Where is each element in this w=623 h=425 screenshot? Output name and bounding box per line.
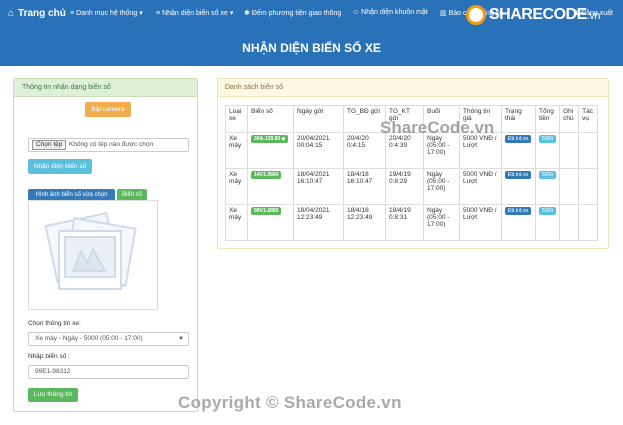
cell-total: 5000 [534, 132, 561, 169]
list-icon: ≡ [156, 9, 161, 17]
list-icon: ≡ [70, 9, 75, 17]
cell-total: 5000 [534, 168, 561, 205]
logout-label: Đăng xuất [581, 9, 613, 17]
column-header: Trạng thái [501, 105, 536, 133]
camera-button[interactable]: Bật camera [85, 102, 131, 117]
copyright-watermark: Copyright © ShareCode.vn [178, 393, 402, 412]
nav-item-label: Danh mục hệ thống [76, 9, 138, 17]
plate-badge: 30A-128.83 ◆ [251, 135, 289, 143]
plate-info-panel: Thông tin nhận dạng biển số Bật camera C… [13, 78, 198, 412]
total-badge: 5000 [539, 135, 557, 143]
cell-start: 18/4/18 12:23:49 [343, 204, 386, 241]
nav-brand-label: Trang chủ [18, 8, 66, 19]
chevron-down-icon: ▼ [178, 336, 184, 342]
logo-circle-icon [466, 5, 486, 25]
plate-list-panel: Danh sách biển số Loại xe Biển số Ngày g… [217, 78, 609, 249]
cell-note [559, 204, 580, 241]
cell-actions [578, 132, 599, 169]
cell-date: 20/04/2021 00:04:15 [293, 132, 344, 169]
panel-title: Danh sách biển số [218, 79, 608, 97]
plate-badge: 99V1-2880 [251, 207, 282, 215]
plate-number-input[interactable]: 99E1-98312 [28, 365, 189, 379]
select-value: Xe máy - Ngày - 5000 (05:00 - 17:00) [35, 335, 143, 342]
image-placeholder [28, 200, 158, 310]
cell-end: 19/4/19 0:8:31 [385, 204, 424, 241]
cell-session: Ngày (05:00 - 17:00) [423, 168, 460, 205]
status-badge: Đã trả xe [505, 135, 532, 143]
cell-actions [578, 204, 599, 241]
user-icon: ♟ [572, 10, 580, 17]
cell-type: Xe máy [225, 132, 248, 169]
status-badge: Đã trả xe [505, 207, 532, 215]
nav-item-label: Nhận diện biển số xe [162, 9, 228, 17]
nav-home[interactable]: ⌂ Trang chủ [8, 8, 66, 19]
cell-type: Xe máy [225, 168, 248, 205]
cell-date: 18/04/2021 16:10:47 [293, 168, 344, 205]
nav-item-vehicle-count[interactable]: ✱ Đếm phương tiện giao thông [244, 9, 342, 18]
select-label: Chọn thông tin xe: [28, 320, 81, 327]
column-header: Biển số [247, 105, 294, 133]
column-header: Tác vụ [578, 105, 599, 133]
cell-plate: 30A-128.83 ◆ [247, 132, 294, 169]
file-input[interactable]: Chọn tệp Không có tệp nào được chọn [28, 138, 189, 152]
cell-plate: 14V1-2890 [247, 168, 294, 205]
cell-start: 18/4/18 16:10:47 [343, 168, 386, 205]
cell-type: Xe máy [225, 204, 248, 241]
home-icon: ⌂ [8, 8, 15, 19]
cell-plate: 99V1-2880 [247, 204, 294, 241]
top-navbar: ⌂ Trang chủ ≡ Danh mục hệ thống ▾ ≡ Nhận… [0, 0, 623, 30]
column-header: Loại xe [225, 105, 248, 133]
page-title: NHẬN DIỆN BIỂN SỐ XE [0, 30, 623, 66]
total-badge: 5000 [539, 171, 557, 179]
detect-plate-button[interactable]: Nhận diện biển số [28, 159, 92, 174]
vehicle-info-select[interactable]: Xe máy - Ngày - 5000 (05:00 - 17:00) ▼ [28, 332, 189, 346]
center-watermark: ShareCode.vn [380, 118, 495, 137]
gear-icon: ✱ [244, 10, 250, 17]
cell-status: Đã trả xe [501, 204, 536, 241]
nav-item-face-recognition[interactable]: ☺ Nhận diện khuôn mặt [352, 9, 428, 16]
input-label: Nhập biển số : [28, 353, 70, 360]
panel-title: Thông tin nhận dạng biển số [14, 79, 197, 97]
cell-session: Ngày (05:00 - 17:00) [423, 204, 460, 241]
nav-item-label: Đếm phương tiện giao thông [251, 9, 342, 17]
cell-status: Đã trả xe [501, 168, 536, 205]
column-header: Ghi chú [559, 105, 580, 133]
plate-badge: 14V1-2890 [251, 171, 282, 179]
cell-date: 18/04/2021 12:23:49 [293, 204, 344, 241]
file-status: Không có tệp nào được chọn [69, 141, 154, 148]
cell-status: Đã trả xe [501, 132, 536, 169]
cell-note [559, 168, 580, 205]
status-badge: Đã trả xe [505, 171, 532, 179]
cell-end: 19/4/19 0:8:29 [385, 168, 424, 205]
photo-placeholder-icon [44, 212, 137, 290]
cell-price: 5000 VNĐ / Lượt [459, 168, 502, 205]
cell-price: 5000 VNĐ / Lượt [459, 204, 502, 241]
table-row: Xe máy 14V1-2890 18/04/2021 16:10:47 18/… [225, 168, 599, 205]
nav-item-plate-recognition[interactable]: ≡ Nhận diện biển số xe ▾ [156, 9, 234, 18]
save-button[interactable]: Lưu thông tin [28, 388, 78, 402]
column-header: Ngày gửi [293, 105, 344, 133]
nav-item-system-catalog[interactable]: ≡ Danh mục hệ thống ▾ [70, 9, 143, 18]
cell-note [559, 132, 580, 169]
nav-item-label: Nhận diện khuôn mặt [361, 9, 428, 16]
cell-actions [578, 168, 599, 205]
chevron-down-icon: ▾ [139, 10, 143, 17]
cell-total: 5000 [534, 204, 561, 241]
logout-link[interactable]: ♟ Đăng xuất [572, 9, 613, 18]
table-row: Xe máy 99V1-2880 18/04/2021 12:23:49 18/… [225, 204, 599, 241]
choose-file-button[interactable]: Chọn tệp [32, 140, 67, 150]
chevron-down-icon: ▾ [229, 10, 234, 17]
total-badge: 5000 [539, 207, 557, 215]
column-header: Tổng tiền [534, 105, 561, 133]
chart-icon: ▥ [440, 10, 447, 17]
face-icon: ☺ [352, 9, 360, 16]
